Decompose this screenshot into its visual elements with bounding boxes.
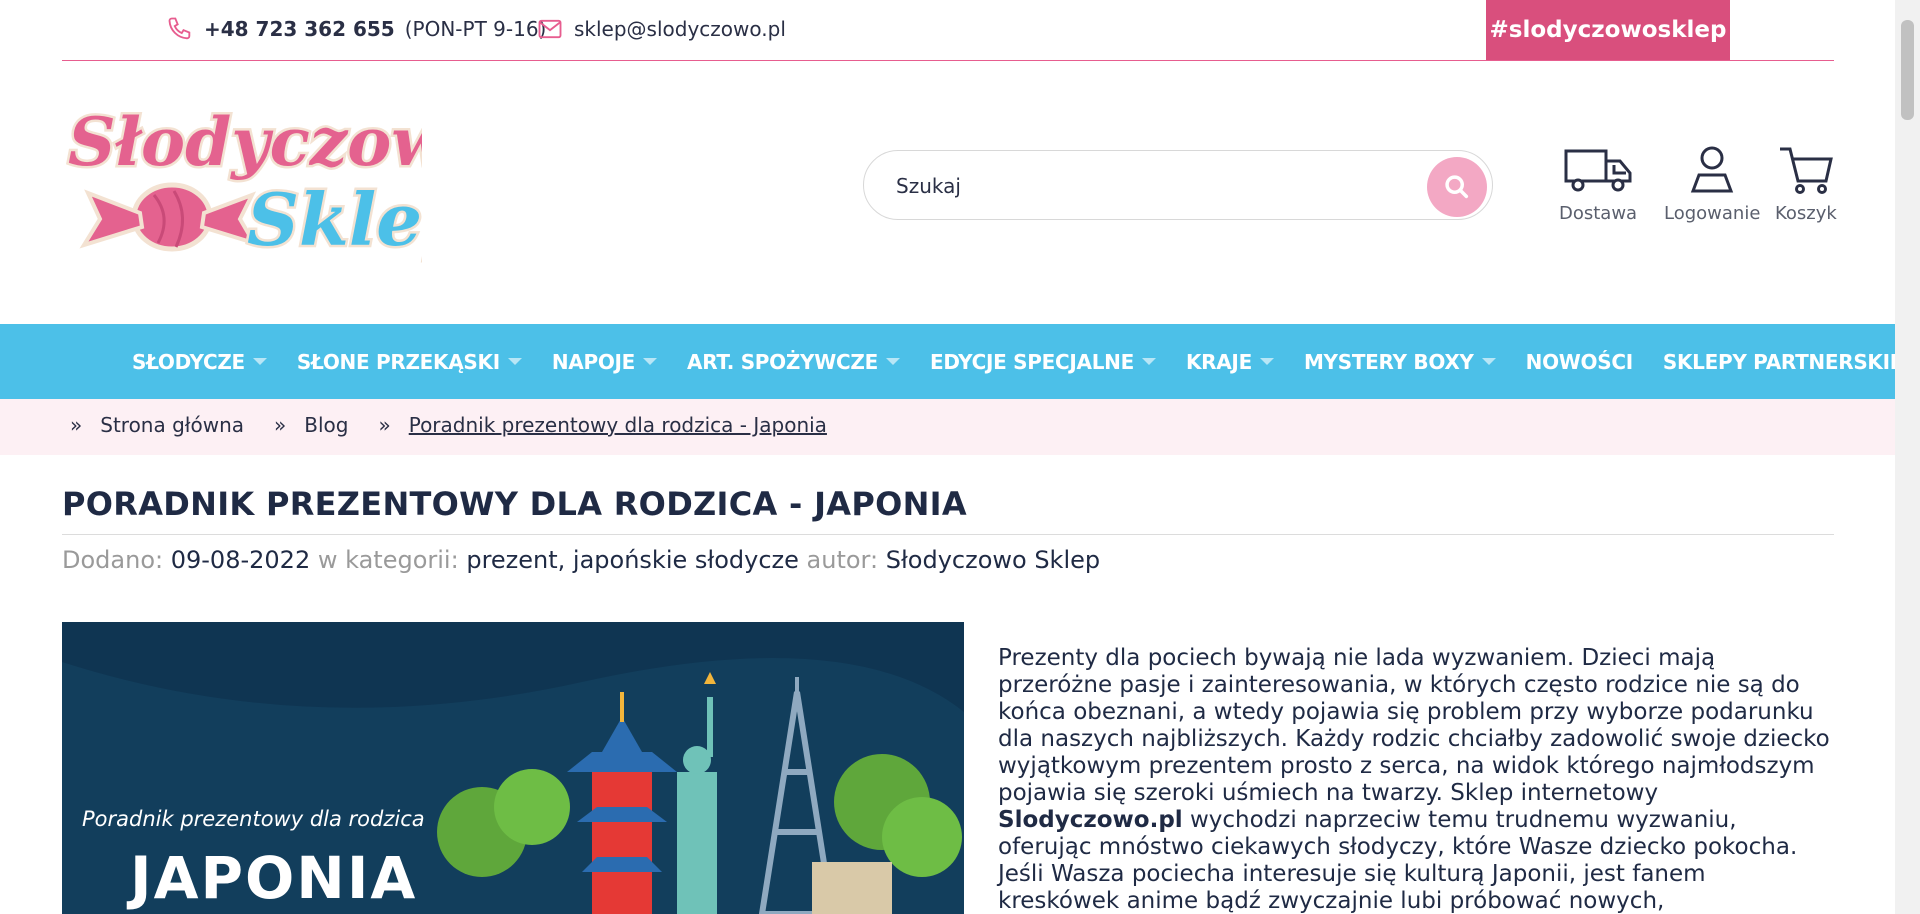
caret-down-icon	[252, 358, 267, 365]
search-bar	[863, 150, 1493, 220]
top-bar: +48 723 362 655 (PON-PT 9-16) sklep@slod…	[62, 0, 1834, 61]
caret-down-icon	[885, 358, 900, 365]
login-label: Logowanie	[1664, 203, 1761, 224]
main-nav-list: SŁODYCZE SŁONE PRZEKĄSKI NAPOJE ART. SPOŻYW…	[0, 324, 1920, 399]
nav-item-7[interactable]: NOWOŚCI	[1525, 349, 1634, 374]
svg-text:Słodyczowo: Słodyczowo	[68, 103, 422, 181]
nav-item-label: NAPOJE	[551, 349, 636, 374]
envelope-icon	[538, 19, 562, 39]
nav-item-label: MYSTERY BOXY	[1303, 349, 1474, 374]
truck-icon	[1564, 149, 1632, 192]
cart-icon	[1779, 147, 1833, 194]
caret-down-icon	[1259, 358, 1274, 365]
nav-item-5[interactable]: KRAJE	[1186, 350, 1274, 374]
delivery-label: Dostawa	[1559, 203, 1638, 224]
caret-down-icon	[507, 358, 522, 365]
search-button[interactable]	[1427, 157, 1487, 217]
nav-item-label: EDYCJE SPECJALNE	[929, 349, 1134, 374]
main-nav: SŁODYCZE SŁONE PRZEKĄSKI NAPOJE ART. SPOŻYW…	[0, 324, 1920, 399]
nav-item-label: KRAJE	[1185, 349, 1252, 374]
caret-down-icon	[1481, 358, 1496, 365]
scrollbar-thumb[interactable]	[1901, 20, 1914, 120]
login-link[interactable]: Logowanie	[1664, 145, 1760, 224]
store-name-link[interactable]: Slodyczowo.pl	[998, 807, 1183, 833]
phone-hours: (PON-PT 9-16)	[404, 17, 547, 41]
article-author: Słodyczowo Sklep	[885, 546, 1101, 574]
hero-headline: JAPONIA	[130, 844, 418, 912]
title-divider	[62, 534, 1834, 535]
hero-image: Poradnik prezentowy dla rodzica JAPONIA	[62, 622, 964, 914]
article-meta: Dodano: 09-08-2022 w kategorii: prezent,…	[62, 546, 1100, 574]
candy-icon	[79, 182, 259, 252]
nav-item-label: NOWOŚCI	[1525, 349, 1634, 374]
article-body-part1: Prezenty dla pociech bywają nie lada wyz…	[998, 645, 1830, 806]
breadcrumb-separator: »	[378, 413, 391, 437]
nav-item-6[interactable]: MYSTERY BOXY	[1304, 350, 1496, 374]
breadcrumb-current[interactable]: Poradnik prezentowy dla rodzica - Japoni…	[409, 413, 827, 437]
phone-number[interactable]: +48 723 362 655	[204, 17, 395, 41]
breadcrumb-separator: »	[70, 413, 83, 437]
nav-item-3[interactable]: ART. SPOŻYWCZE	[687, 350, 900, 374]
phone-contact[interactable]: +48 723 362 655 (PON-PT 9-16)	[166, 14, 546, 44]
delivery-link[interactable]: Dostawa	[1559, 145, 1637, 224]
article-categories[interactable]: prezent, japońskie słodycze	[466, 546, 799, 574]
email-address[interactable]: sklep@slodyczowo.pl	[574, 17, 786, 41]
page-scrollbar[interactable]	[1895, 0, 1920, 914]
article-body: Prezenty dla pociech bywają nie lada wyz…	[998, 645, 1830, 914]
breadcrumb-separator: »	[274, 413, 287, 437]
caret-down-icon	[643, 358, 658, 365]
page-title: PORADNIK PREZENTOWY DLA RODZICA - JAPONI…	[62, 485, 967, 523]
email-contact[interactable]: sklep@slodyczowo.pl	[536, 14, 786, 44]
nav-item-8[interactable]: SKLEPY PARTNERSKIE	[1663, 350, 1920, 374]
added-label: Dodano:	[62, 546, 164, 574]
author-label: autor:	[806, 546, 879, 574]
nav-item-1[interactable]: SŁONE PRZEKĄSKI	[297, 350, 522, 374]
nav-item-label: ART. SPOŻYWCZE	[687, 349, 878, 374]
nav-item-0[interactable]: SŁODYCZE	[132, 350, 267, 374]
caret-down-icon	[1141, 358, 1156, 365]
category-label: w kategorii:	[317, 546, 459, 574]
nav-item-label: SŁODYCZE	[132, 349, 245, 374]
svg-text:Sklep: Sklep	[247, 177, 422, 262]
breadcrumb-blog[interactable]: Blog	[304, 413, 348, 437]
search-input[interactable]	[896, 166, 1416, 206]
phone-icon	[168, 17, 191, 40]
nav-item-4[interactable]: EDYCJE SPECJALNE	[930, 350, 1156, 374]
cart-link[interactable]: Koszyk	[1775, 145, 1837, 224]
nav-item-2[interactable]: NAPOJE	[551, 349, 658, 374]
site-logo[interactable]: Słodyczowo Sklep	[62, 95, 423, 270]
breadcrumb-home[interactable]: Strona główna	[100, 413, 244, 437]
hashtag-button[interactable]: #slodyczowosklep	[1486, 0, 1730, 60]
nav-item-label: SŁONE PRZEKĄSKI	[296, 349, 500, 374]
search-icon	[1445, 175, 1469, 199]
article-date: 09-08-2022	[170, 546, 311, 574]
cart-label: Koszyk	[1775, 203, 1837, 224]
user-icon	[1691, 146, 1734, 193]
hero-subtitle: Poradnik prezentowy dla rodzica	[82, 807, 425, 831]
breadcrumb: » Strona główna » Blog » Poradnik prezen…	[0, 399, 1895, 455]
nav-item-label: SKLEPY PARTNERSKIE	[1662, 349, 1904, 374]
